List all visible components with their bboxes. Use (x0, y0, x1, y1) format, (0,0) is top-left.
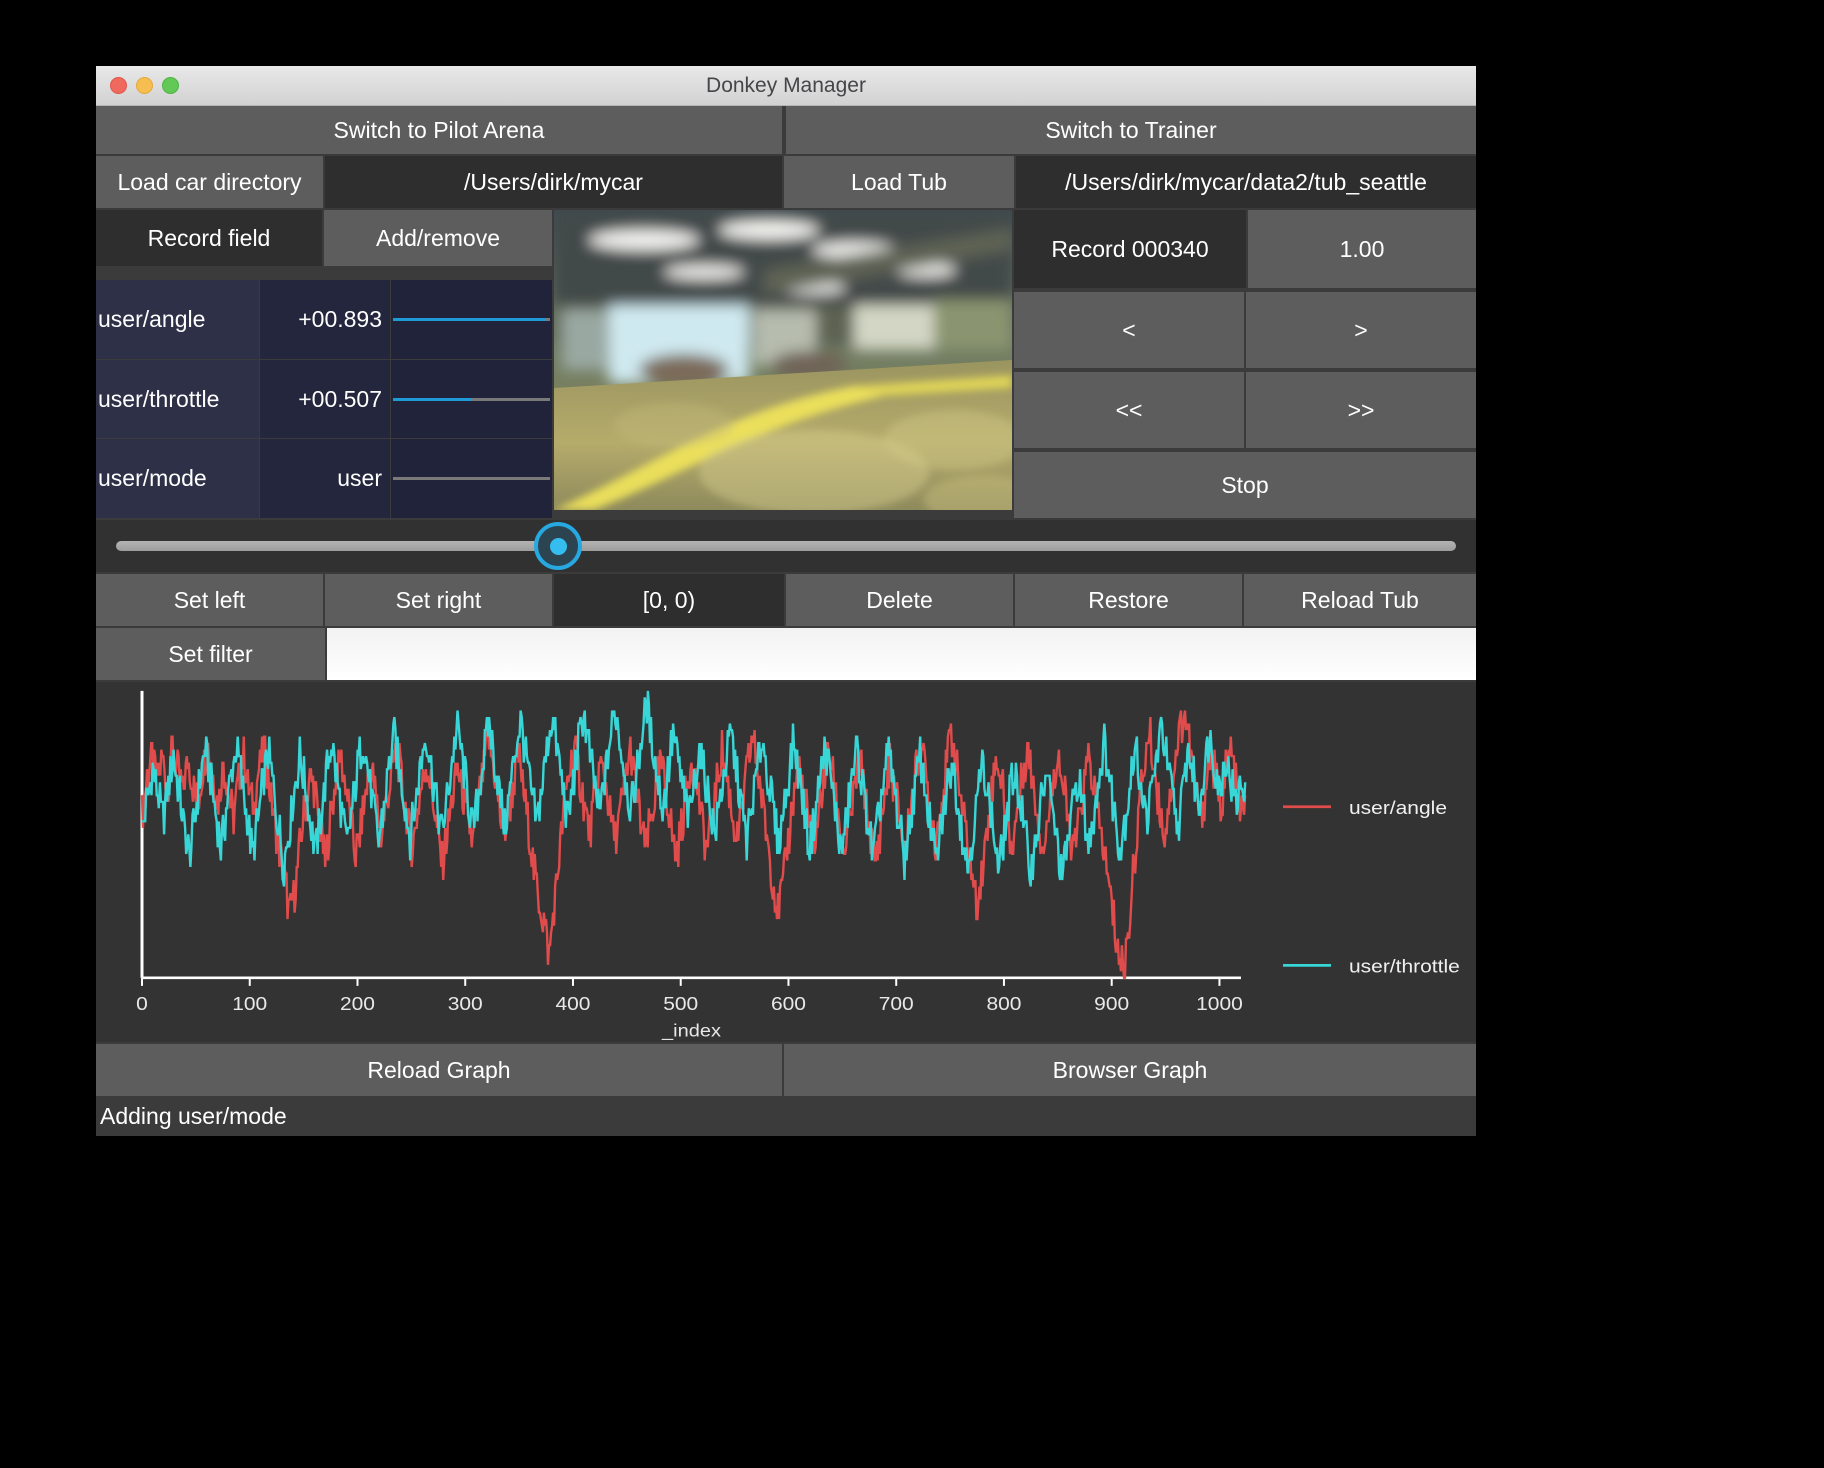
field-bar (391, 359, 552, 439)
x-tick-label: 900 (1094, 994, 1129, 1015)
x-axis-title: _index (661, 1022, 722, 1042)
x-tick-label: 800 (986, 994, 1021, 1015)
field-name: user/throttle (96, 359, 259, 439)
record-field-label: Record field (96, 210, 322, 266)
record-navigation-panel: Record 000340 1.00 < > << >> Stop (1014, 210, 1476, 518)
legend-label: user/throttle (1349, 957, 1460, 978)
record-field-panel: Record field Add/remove user/angle +00.8… (96, 210, 552, 519)
restore-button[interactable]: Restore (1015, 574, 1242, 626)
field-value: +00.507 (260, 359, 390, 439)
load-paths-row: Load car directory /Users/dirk/mycar Loa… (96, 156, 1476, 208)
table-row[interactable]: user/mode user (96, 439, 552, 519)
field-value: +00.893 (260, 280, 390, 359)
car-directory-path[interactable]: /Users/dirk/mycar (325, 156, 782, 208)
load-tub-button[interactable]: Load Tub (784, 156, 1014, 208)
set-right-button[interactable]: Set right (325, 574, 552, 626)
app-window: Donkey Manager Switch to Pilot Arena Swi… (96, 66, 1476, 1136)
middle-panel: Record field Add/remove user/angle +00.8… (96, 210, 1476, 519)
browser-graph-button[interactable]: Browser Graph (784, 1044, 1476, 1096)
previous-record-button[interactable]: < (1014, 292, 1244, 368)
stop-button[interactable]: Stop (1014, 452, 1476, 518)
x-tick-label: 200 (340, 994, 375, 1015)
signal-graph: 0 100 200 300 400 500 600 700 800 900 1000 _index us… (96, 682, 1476, 1042)
add-remove-button[interactable]: Add/remove (324, 210, 552, 266)
field-bar (391, 439, 552, 519)
window-title: Donkey Manager (706, 73, 866, 97)
legend-label: user/angle (1349, 798, 1447, 819)
reload-tub-button[interactable]: Reload Tub (1244, 574, 1476, 626)
range-indicator: [0, 0) (554, 574, 784, 626)
playback-rate-field[interactable]: 1.00 (1248, 210, 1476, 288)
field-name: user/angle (96, 280, 259, 359)
reload-graph-button[interactable]: Reload Graph (96, 1044, 782, 1096)
x-tick-label: 300 (448, 994, 483, 1015)
field-value: user (260, 439, 390, 519)
record-field-header: Record field Add/remove (96, 210, 552, 266)
filter-input[interactable] (327, 628, 1476, 680)
title-bar: Donkey Manager (96, 66, 1476, 106)
series-line-user-angle (140, 710, 1247, 979)
graph-actions-row: Reload Graph Browser Graph (96, 1044, 1476, 1096)
switch-to-pilot-arena-button[interactable]: Switch to Pilot Arena (96, 106, 782, 154)
load-car-directory-button[interactable]: Load car directory (96, 156, 323, 208)
record-field-table: user/angle +00.893 user/throttle +00.507… (96, 268, 552, 519)
switch-to-trainer-button[interactable]: Switch to Trainer (786, 106, 1476, 154)
mode-switch-row: Switch to Pilot Arena Switch to Trainer (96, 106, 1476, 154)
range-actions-row: Set left Set right [0, 0) Delete Restore… (96, 574, 1476, 626)
scrubber-thumb[interactable] (534, 522, 583, 570)
filter-row: Set filter (96, 628, 1476, 680)
field-bar (391, 280, 552, 359)
record-step-row: < > (1014, 292, 1476, 368)
record-header-row: Record 000340 1.00 (1014, 210, 1476, 288)
table-row[interactable]: user/throttle +00.507 (96, 359, 552, 439)
table-row[interactable]: user/angle +00.893 (96, 280, 552, 359)
x-tick-label: 500 (663, 994, 698, 1015)
x-tick-label: 1000 (1196, 994, 1243, 1015)
x-tick-label: 400 (555, 994, 590, 1015)
delete-button[interactable]: Delete (786, 574, 1013, 626)
rewind-button[interactable]: << (1014, 372, 1244, 448)
x-tick-label: 700 (879, 994, 914, 1015)
record-scrubber[interactable] (96, 520, 1476, 572)
chart-canvas: 0 100 200 300 400 500 600 700 800 900 1000 _index us… (136, 690, 1460, 1042)
x-tick-label: 600 (771, 994, 806, 1015)
status-bar: Adding user/mode (96, 1096, 1476, 1136)
set-left-button[interactable]: Set left (96, 574, 323, 626)
stop-row: Stop (1014, 452, 1476, 518)
fast-forward-button[interactable]: >> (1246, 372, 1476, 448)
record-jump-row: << >> (1014, 372, 1476, 448)
scrubber-track[interactable] (116, 541, 1456, 551)
next-record-button[interactable]: > (1246, 292, 1476, 368)
set-filter-button[interactable]: Set filter (96, 628, 325, 680)
camera-preview (554, 210, 1012, 510)
x-tick-label: 100 (232, 994, 267, 1015)
record-number-label: Record 000340 (1014, 210, 1246, 288)
x-tick-label: 0 (136, 994, 148, 1015)
field-name: user/mode (96, 439, 259, 519)
tub-path[interactable]: /Users/dirk/mycar/data2/tub_seattle (1016, 156, 1476, 208)
